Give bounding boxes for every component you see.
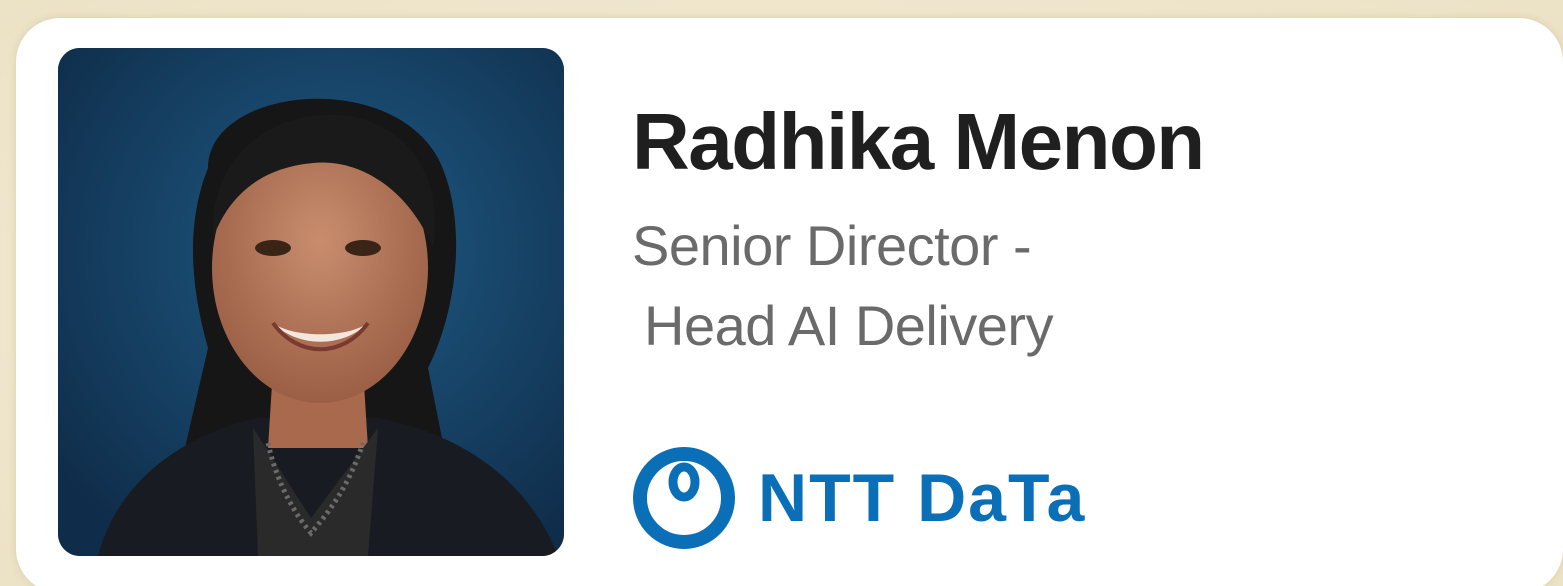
profile-photo: [58, 48, 564, 556]
job-title-line-2: Head AI Delivery: [644, 294, 1054, 357]
person-name: Radhika Menon: [632, 97, 1205, 186]
company-name: NTT DaTa: [758, 460, 1087, 536]
job-title-line-1: Senior Director -: [632, 214, 1032, 277]
page: Radhika Menon Senior Director - Head AI …: [0, 0, 1563, 586]
ntt-data-ring-icon: [633, 447, 735, 549]
company-logo: NTT DaTa: [632, 446, 1086, 550]
